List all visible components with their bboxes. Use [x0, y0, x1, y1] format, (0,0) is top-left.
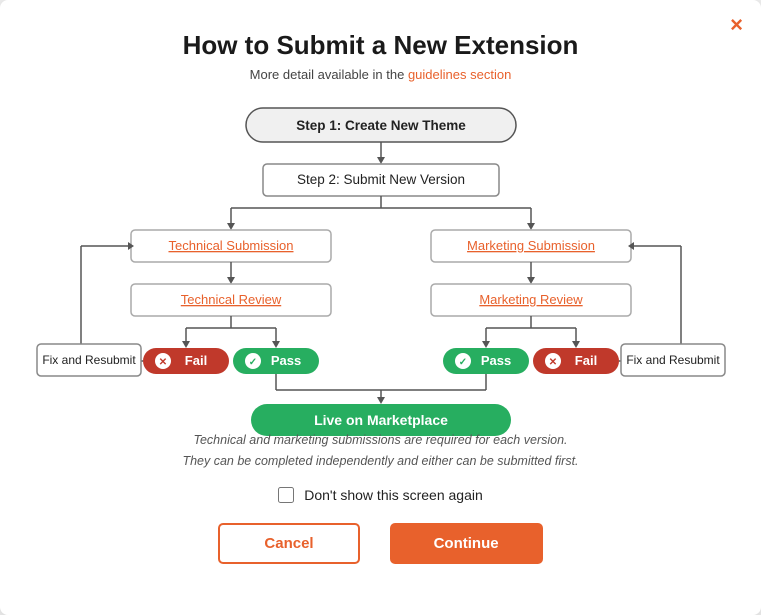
- note-line-1: Technical and marketing submissions are …: [40, 430, 721, 451]
- svg-text:Marketing Submission: Marketing Submission: [467, 238, 595, 253]
- svg-text:Pass: Pass: [480, 353, 510, 368]
- dont-show-label[interactable]: Don't show this screen again: [304, 487, 483, 503]
- guidelines-link[interactable]: guidelines section: [408, 67, 511, 82]
- svg-text:✓: ✓: [248, 357, 256, 368]
- button-row: Cancel Continue: [40, 523, 721, 564]
- checkbox-row: Don't show this screen again: [40, 487, 721, 503]
- note-line-2: They can be completed independently and …: [40, 451, 721, 472]
- svg-text:✕: ✕: [548, 357, 556, 368]
- close-button[interactable]: ×: [730, 14, 743, 36]
- svg-text:✓: ✓: [458, 357, 466, 368]
- flowchart: Step 1: Create New Theme Step 2: Submit …: [40, 100, 721, 420]
- svg-text:Fail: Fail: [184, 353, 206, 368]
- modal-title: How to Submit a New Extension: [40, 30, 721, 61]
- svg-text:Step 1: Create New Theme: Step 1: Create New Theme: [296, 118, 466, 133]
- svg-text:Step 2: Submit New Version: Step 2: Submit New Version: [296, 172, 464, 187]
- svg-text:Technical Submission: Technical Submission: [168, 238, 293, 253]
- svg-text:Marketing Review: Marketing Review: [479, 292, 583, 307]
- svg-text:Technical Review: Technical Review: [180, 292, 281, 307]
- modal-subtitle: More detail available in the guidelines …: [40, 67, 721, 82]
- svg-text:Fix and Resubmit: Fix and Resubmit: [42, 353, 136, 367]
- notes-section: Technical and marketing submissions are …: [40, 430, 721, 473]
- continue-button[interactable]: Continue: [390, 523, 543, 564]
- svg-text:Fail: Fail: [574, 353, 596, 368]
- svg-text:✕: ✕: [158, 357, 166, 368]
- modal-container: × How to Submit a New Extension More det…: [0, 0, 761, 615]
- cancel-button[interactable]: Cancel: [218, 523, 359, 564]
- svg-text:Pass: Pass: [270, 353, 300, 368]
- svg-text:Fix and Resubmit: Fix and Resubmit: [626, 353, 720, 367]
- svg-text:Live on Marketplace: Live on Marketplace: [314, 412, 448, 428]
- dont-show-checkbox[interactable]: [278, 487, 294, 503]
